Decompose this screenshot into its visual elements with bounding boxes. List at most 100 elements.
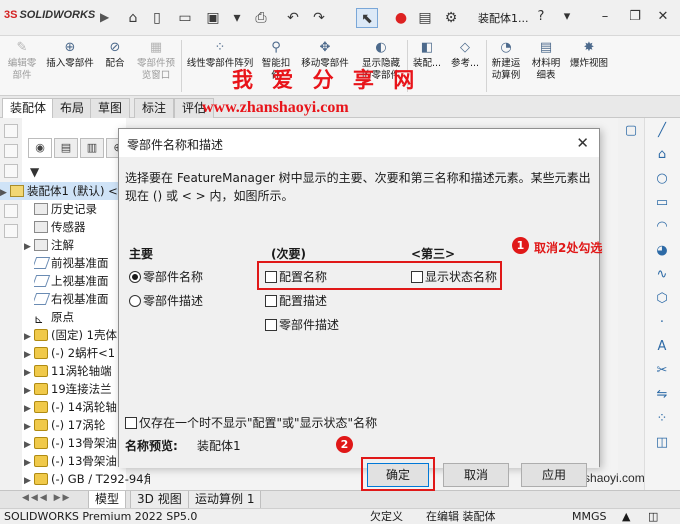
tab-3d-view[interactable]: 3D 视图 (130, 491, 189, 509)
redo-icon[interactable]: ↷ (308, 8, 330, 28)
primary-component-name-radio[interactable]: 零部件名称 (129, 269, 203, 285)
solidworks-logo[interactable]: 3S SOLIDWORKS (4, 9, 95, 21)
pattern-icon[interactable]: ⁘ (653, 410, 671, 428)
annotation-icon (34, 239, 48, 251)
spline-icon[interactable]: ∿ (653, 266, 671, 284)
preview-window-button[interactable]: ▦ 零部件预 览窗口 (132, 36, 180, 96)
tab-sketch[interactable]: 草图 (90, 98, 131, 118)
tree-item-component[interactable]: ▶(-) GB / T292-94角接触球轴承7006AC <2> (1) (24, 470, 150, 488)
text-icon[interactable]: A (653, 338, 671, 356)
print-icon[interactable]: ⎙ (250, 8, 272, 28)
dialog-title-bar: 零部件名称和描述 ✕ (119, 129, 599, 157)
view-cube-icon[interactable]: ◫ (653, 434, 671, 452)
part-icon (34, 419, 48, 431)
menu-expand-icon[interactable]: ▶ (100, 10, 109, 24)
side-tool-icon[interactable] (4, 224, 18, 238)
motion-study-button[interactable]: ◔ 新建运 动算例 (487, 36, 525, 96)
save-icon[interactable]: ▣ (202, 8, 224, 28)
plane-icon (34, 257, 51, 269)
reference-geometry-button[interactable]: ◇ 参考... (446, 36, 484, 96)
heads-up-right-toolbar: ▢ (618, 118, 644, 490)
apply-button[interactable]: 应用 (521, 463, 587, 487)
property-tab-icon[interactable]: ▤ (54, 138, 78, 158)
feature-manager-panel: ◉ ▤ ▥ ⊕ ▼ ▶装配体1 (默认) < 历史记录 传感器 ▶注解 前视基准… (0, 118, 150, 490)
expand-icon: ▶ (24, 476, 31, 486)
filter-icon[interactable]: ▼ (30, 165, 39, 179)
help-icon[interactable]: ? (530, 6, 552, 28)
restore-icon[interactable]: ❐ (624, 6, 646, 28)
checkbox-icon (265, 319, 277, 331)
exploded-view-button[interactable]: ✸ 爆炸视图 (566, 36, 612, 96)
new-doc-icon[interactable]: ▯ (146, 8, 168, 28)
part-icon (34, 329, 48, 341)
home-icon[interactable]: ⌂ (122, 8, 144, 28)
watermark-url: www.zhanshaoyi.com (202, 99, 349, 116)
tab-motion-study[interactable]: 运动算例 1 (188, 491, 262, 509)
tab-markup[interactable]: 标注 (134, 98, 175, 118)
save-dropdown-icon[interactable]: ▾ (230, 8, 244, 28)
units-dropdown-icon[interactable]: ▲ (622, 509, 630, 524)
bottom-tabs: ◀◀◀ ▶▶ 模型 3D 视图 运动算例 1 (0, 490, 680, 509)
side-tool-icon[interactable] (4, 164, 18, 178)
close-icon[interactable]: ✕ (576, 134, 589, 152)
bom-icon: ▤ (539, 40, 553, 55)
tab-model[interactable]: 模型 (88, 491, 127, 509)
minimize-icon[interactable]: – (594, 6, 616, 28)
expand-icon: ▶ (24, 386, 31, 396)
rebuild-icon[interactable]: ▤ (414, 8, 436, 28)
tree-root[interactable]: ▶ 装配体1 (默认) < (0, 182, 126, 200)
part-icon (34, 347, 48, 359)
trim-icon[interactable]: ✂ (653, 362, 671, 380)
status-units[interactable]: MMGS (572, 509, 607, 524)
arc-icon[interactable]: ◠ (653, 218, 671, 236)
ds-logo-icon: 3S (4, 9, 18, 21)
dialog-title: 零部件名称和描述 (127, 138, 224, 152)
cancel-button[interactable]: 取消 (443, 463, 509, 487)
select-icon[interactable]: ⬉ (356, 8, 378, 28)
side-tool-icon[interactable] (4, 204, 18, 218)
side-tool-icon[interactable] (4, 144, 18, 158)
help-dropdown-icon[interactable]: ▾ (556, 6, 578, 28)
tab-assembly[interactable]: 装配体 (2, 98, 55, 118)
title-bar: 3S SOLIDWORKS ▶ ⌂ ▯ ▭ ▣ ▾ ⎙ ↶ ↷ ⬉ ● ▤ ⚙ 装… (0, 0, 680, 36)
rectangle-icon[interactable]: ▭ (653, 194, 671, 212)
options-icon[interactable]: ⚙ (440, 8, 462, 28)
undo-icon[interactable]: ↶ (282, 8, 304, 28)
home-icon[interactable]: ⌂ (653, 146, 671, 164)
heads-up-side-toolbar (0, 118, 22, 490)
config-tab-icon[interactable]: ▥ (80, 138, 104, 158)
appearance-icon[interactable]: ◕ (653, 242, 671, 260)
linear-pattern-icon: ⁘ (214, 40, 226, 55)
secondary-header: (次要) (271, 247, 306, 261)
mirror-icon[interactable]: ⇋ (653, 386, 671, 404)
view-tool-icon[interactable]: ▢ (622, 122, 640, 140)
status-underdefined: 欠定义 (370, 510, 403, 523)
edit-component-button[interactable]: ✎ 编辑零 部件 (2, 36, 42, 96)
bom-button[interactable]: ▤ 材料明 细表 (528, 36, 564, 96)
component-description-checkbox[interactable]: 零部件描述 (265, 317, 339, 333)
only-one-checkbox[interactable]: 仅存在一个时不显示"配置"或"显示状态"名称 (125, 415, 377, 431)
tab-nav-arrows-icon[interactable]: ◀◀◀ ▶▶ (22, 493, 71, 503)
plane-icon (34, 293, 51, 305)
part-icon (34, 437, 48, 449)
traffic-light-icon[interactable]: ● (390, 8, 412, 28)
smart-fastener-icon: ⚲ (271, 40, 281, 55)
circle-icon[interactable]: ○ (653, 170, 671, 188)
point-icon[interactable]: · (653, 314, 671, 332)
plane-icon (34, 275, 51, 287)
part-icon (34, 473, 48, 485)
sketch-line-icon[interactable]: ╱ (653, 122, 671, 140)
open-icon[interactable]: ▭ (174, 8, 196, 28)
polygon-icon[interactable]: ⬡ (653, 290, 671, 308)
tab-layout[interactable]: 布局 (52, 98, 93, 118)
config-description-checkbox[interactable]: 配置描述 (265, 293, 327, 309)
close-icon[interactable]: ✕ (652, 6, 674, 28)
feature-tree-tab-icon[interactable]: ◉ (28, 138, 52, 158)
side-tool-icon[interactable] (4, 124, 18, 138)
customize-icon[interactable]: ◫ (648, 509, 658, 524)
highlight-box-2 (361, 457, 435, 491)
primary-component-description-radio[interactable]: 零部件描述 (129, 293, 203, 309)
insert-component-button[interactable]: ⊕ 插入零部件 (42, 36, 98, 96)
mate-button[interactable]: ⊘ 配合 (100, 36, 130, 96)
part-icon (34, 365, 48, 377)
